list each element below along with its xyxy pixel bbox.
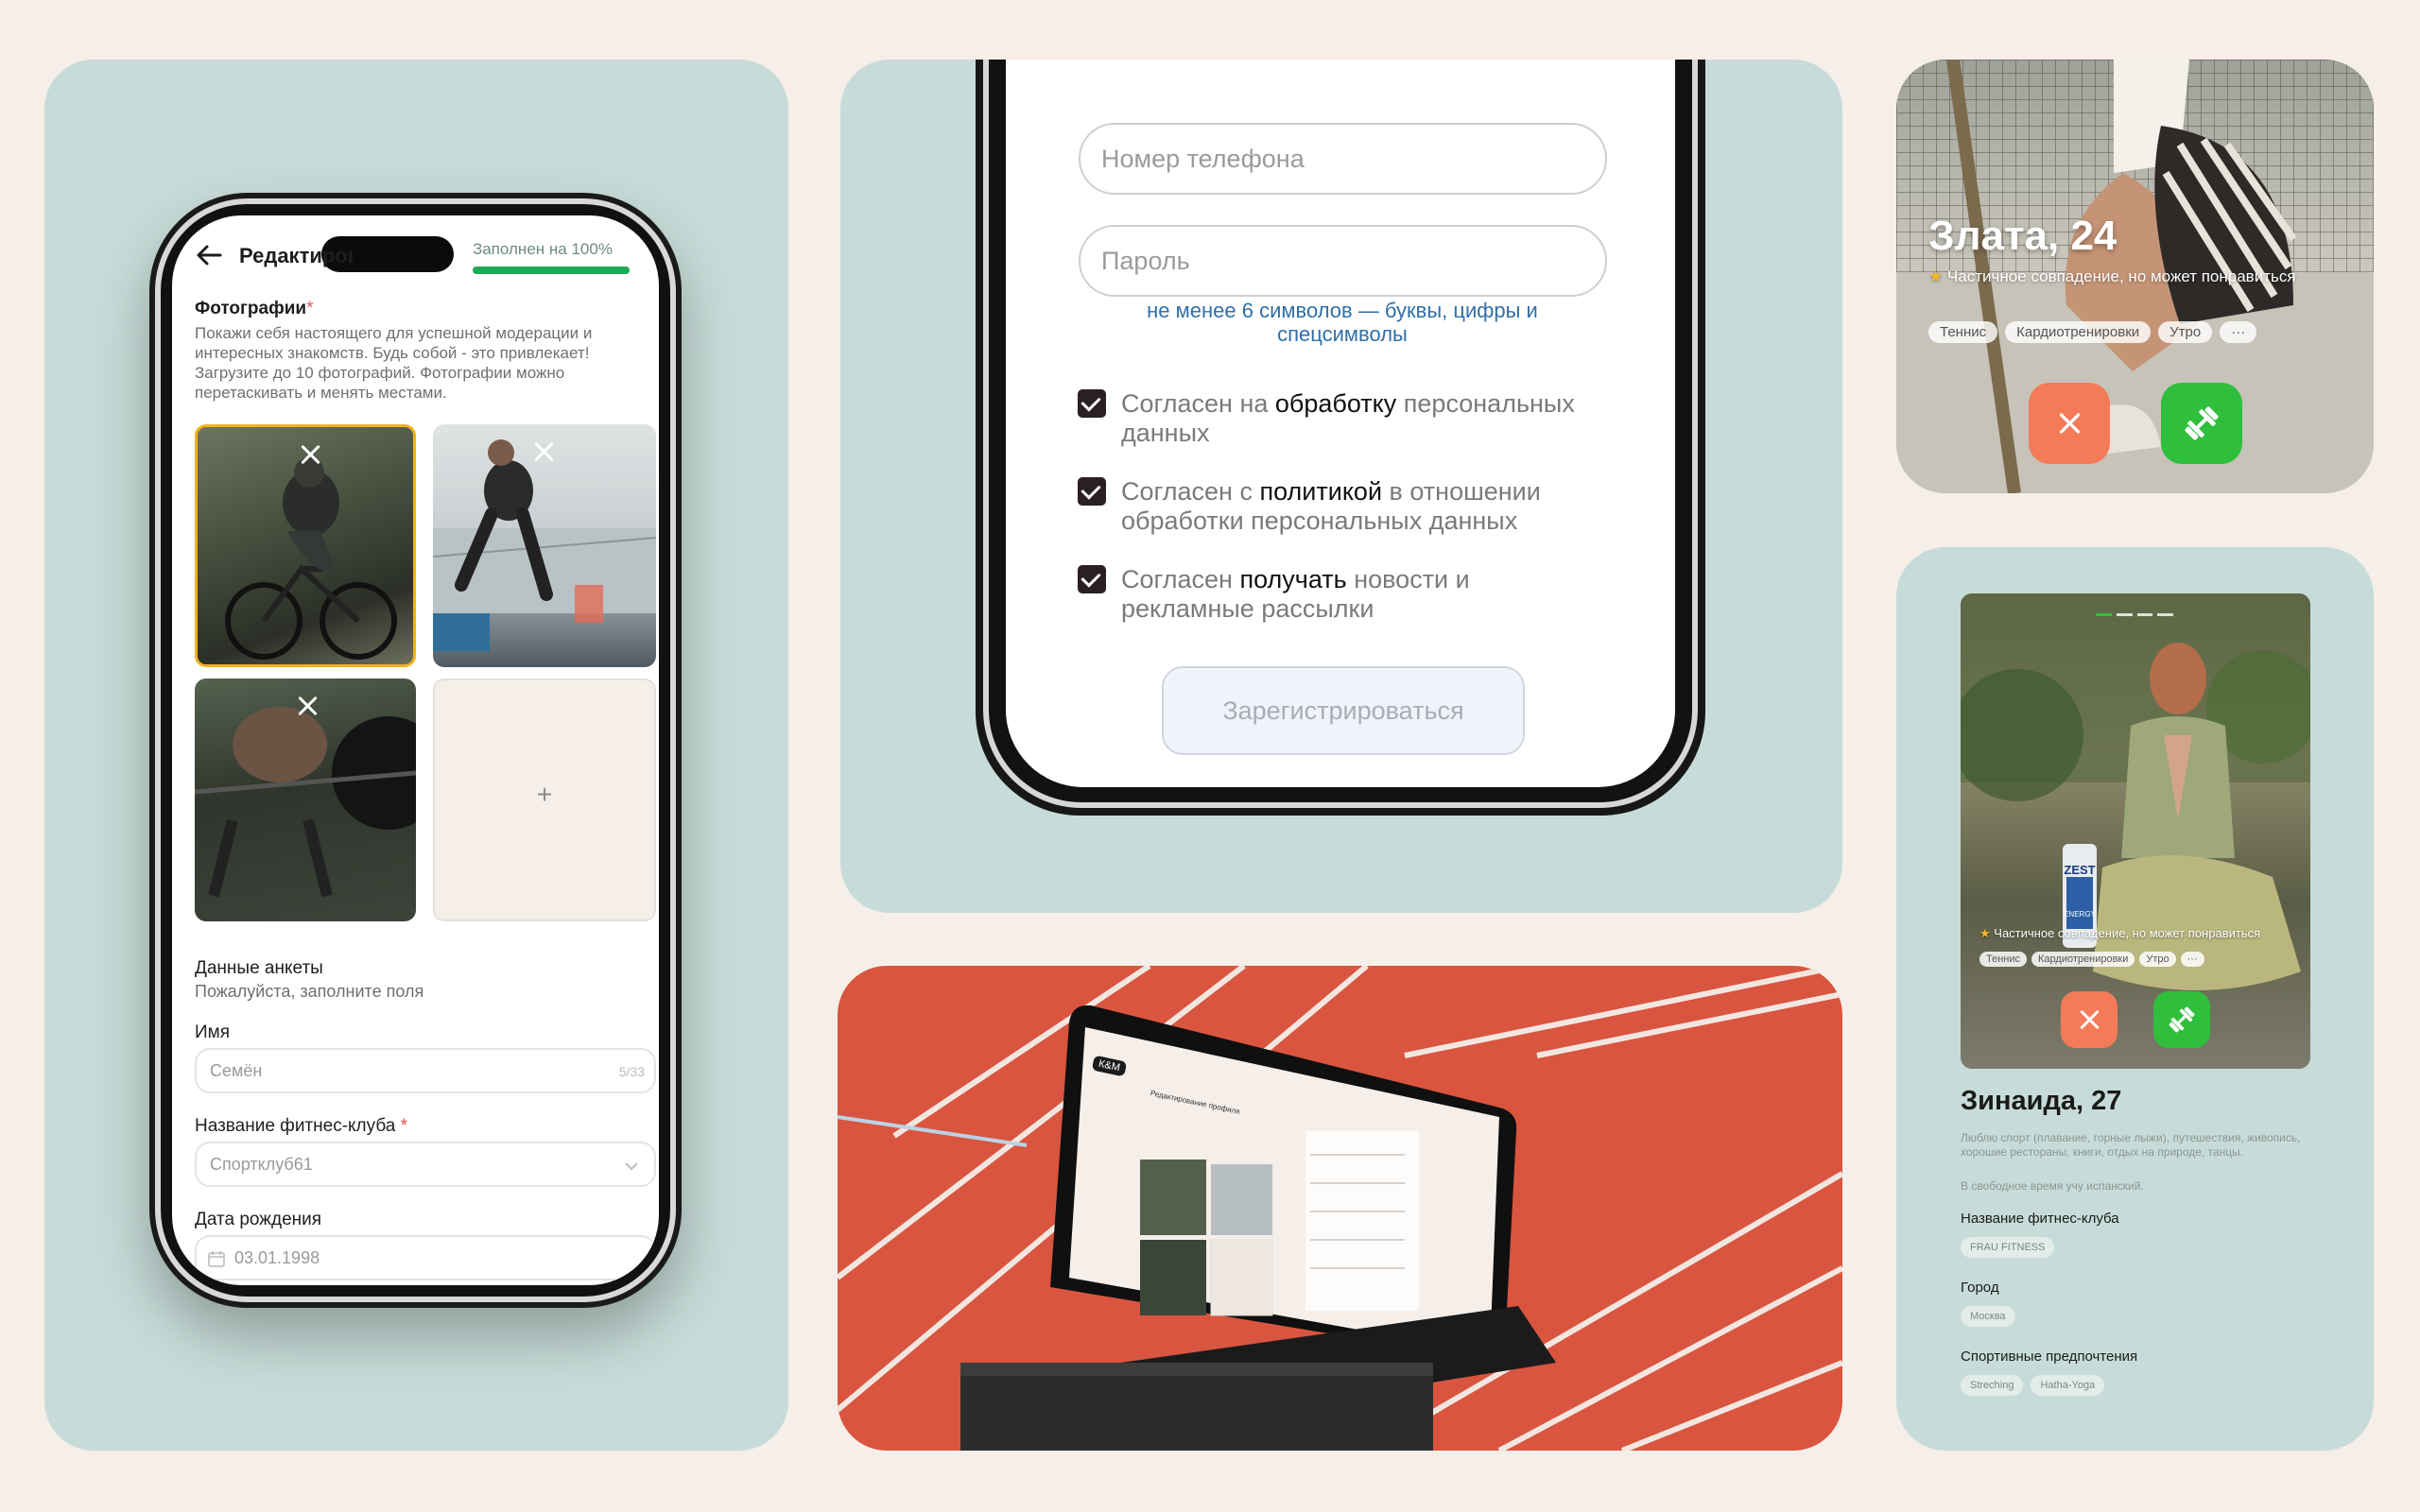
zinaida-photo: ZEST ENERGY ★ Частичное совпадение, но м… <box>1961 593 2310 1069</box>
can-sublabel: ENERGY <box>2064 910 2096 919</box>
star-icon: ★ <box>1979 926 1991 940</box>
consent-checkbox-data[interactable] <box>1078 389 1106 418</box>
club-chip: FRAU FITNESS <box>1961 1237 2055 1258</box>
club-label: Название фитнес-клуба * <box>195 1116 408 1136</box>
name-value: Семён <box>210 1061 263 1080</box>
plus-icon: + <box>536 780 553 809</box>
star-icon: ★ <box>1928 267 1944 285</box>
close-icon <box>2077 1007 2101 1032</box>
like-button[interactable] <box>2153 991 2210 1048</box>
more-chip[interactable]: ··· <box>2180 952 2204 967</box>
dumbbell-icon <box>2169 1006 2195 1033</box>
birth-label: Дата рождения <box>195 1210 322 1229</box>
chevron-down-icon <box>625 1162 638 1171</box>
club-value: Спортклуб61 <box>210 1155 313 1174</box>
consent-text-data: Согласен на обработку персональных данны… <box>1121 389 1575 447</box>
tags-row: Теннис Кардиотренировки Утро ··· <box>1928 321 2264 343</box>
name-label: Имя <box>195 1022 231 1042</box>
register-button[interactable]: Зарегистрироваться <box>1162 666 1525 755</box>
back-arrow-icon[interactable] <box>195 244 223 266</box>
carousel-indicator <box>2096 613 2173 616</box>
tags-row: Теннис Кардиотренировки Утро ··· <box>1979 950 2212 967</box>
progress-fill <box>473 266 630 274</box>
section-subtitle: Пожалуйста, заполните поля <box>195 982 424 1001</box>
city-chip: Москва <box>1961 1306 2015 1327</box>
name-counter: 5/33 <box>618 1064 645 1079</box>
password-hint: не менее 6 символов — буквы, цифры и спе… <box>1147 299 1538 346</box>
card-zinaida: ZEST ENERGY ★ Частичное совпадение, но м… <box>1896 547 2374 1451</box>
match-row: ★ Частичное совпадение, но может понрави… <box>1979 926 2261 940</box>
club-title: Название фитнес-клуба <box>1961 1211 2119 1227</box>
more-chip[interactable]: ··· <box>2220 321 2257 343</box>
tag-chip: Утро <box>2158 321 2213 343</box>
progress-label: Заполнен на 100% <box>473 240 613 258</box>
remove-photo-icon[interactable] <box>531 439 556 464</box>
pref-chip: Hatha-Yoga <box>2031 1375 2105 1396</box>
photo-weightlifter[interactable] <box>195 679 416 921</box>
match-row: ★ Частичное совпадение, но может понрави… <box>1928 267 2296 285</box>
remove-photo-icon[interactable] <box>295 694 320 718</box>
profile-bio-extra: В свободное время учу испанский. <box>1961 1179 2144 1193</box>
dislike-button[interactable] <box>2061 991 2118 1048</box>
password-input[interactable]: Пароль <box>1079 225 1607 297</box>
tag-chip: Утро <box>2139 952 2176 967</box>
photo-cyclist[interactable] <box>195 424 416 667</box>
consent-text-policy: Согласен с политикой в отношении обработ… <box>1121 477 1541 535</box>
dumbbell-icon <box>2185 406 2219 440</box>
close-icon <box>2056 410 2083 438</box>
add-photo-slot[interactable]: + <box>433 679 656 921</box>
city-title: Город <box>1961 1280 1999 1296</box>
tag-chip: Теннис <box>1979 952 2028 967</box>
section-title: Данные анкеты <box>195 958 323 978</box>
consent-text-news: Согласен получать новости и рекламные ра… <box>1121 565 1470 623</box>
card-zlata: Злата, 24 ★ Частичное совпадение, но мож… <box>1896 60 2374 493</box>
profile-name: Зинаида, 27 <box>1961 1086 2122 1116</box>
birth-value: 03.01.1998 <box>234 1248 320 1267</box>
photos-title: Фотографии* <box>195 299 314 318</box>
progress-bar <box>473 266 630 274</box>
photos-description: Покажи себя настоящего для успешной моде… <box>195 324 593 402</box>
photo-runner[interactable] <box>433 424 656 667</box>
tag-chip: Теннис <box>1928 321 1998 343</box>
pref-chip: Streching <box>1961 1375 2024 1396</box>
calendar-icon <box>208 1251 225 1267</box>
tag-chip: Кардиотренировки <box>2031 952 2135 967</box>
prefs-chips: Streching Hatha-Yoga <box>1961 1375 2105 1396</box>
phone-number-input[interactable]: Номер телефона <box>1079 123 1607 195</box>
prefs-title: Спортивные предпочтения <box>1961 1349 2138 1365</box>
remove-photo-icon[interactable] <box>298 442 322 467</box>
club-select[interactable]: Спортклуб61 <box>195 1142 656 1187</box>
card-name: Злата, 24 <box>1928 213 2118 259</box>
consent-checkbox-news[interactable] <box>1078 565 1106 593</box>
like-button[interactable] <box>2161 383 2242 464</box>
panel-laptop: К&М Редактирование профиля <box>838 966 1842 1451</box>
profile-bio: Люблю спорт (плавание, горные лыжи), пут… <box>1961 1131 2301 1159</box>
phone-profile-edit: Редактирование профиля Заполнен на 100% … <box>149 193 682 1308</box>
tag-chip: Кардиотренировки <box>2005 321 2152 343</box>
name-field[interactable]: Семён 5/33 <box>195 1048 656 1093</box>
dislike-button[interactable] <box>2029 383 2110 464</box>
birth-field[interactable]: 03.01.1998 <box>195 1235 656 1280</box>
consent-checkbox-policy[interactable] <box>1078 477 1106 506</box>
page-title: Редактирование профиля <box>239 244 353 267</box>
can-label: ZEST <box>2064 863 2096 877</box>
